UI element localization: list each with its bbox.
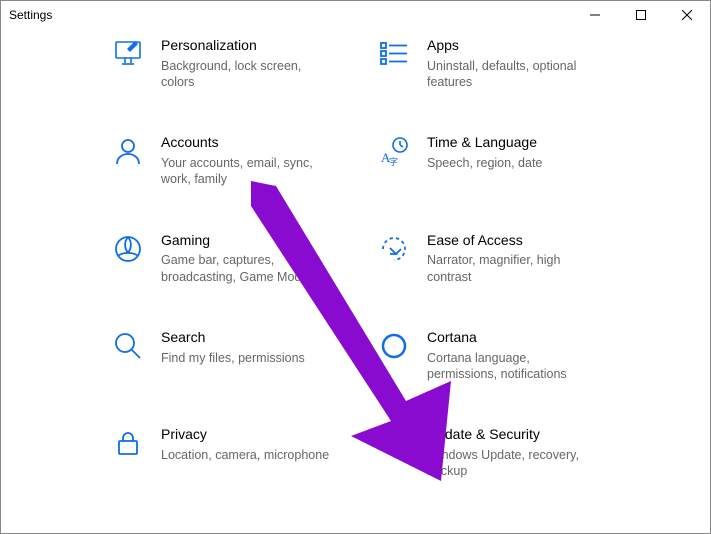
cortana-icon: [379, 329, 409, 361]
titlebar: Settings: [1, 1, 710, 29]
tile-desc: Your accounts, email, sync, work, family: [161, 155, 333, 188]
tile-desc: Narrator, magnifier, high contrast: [427, 252, 599, 285]
privacy-icon: [113, 426, 143, 458]
maximize-button[interactable]: [618, 1, 664, 29]
minimize-button[interactable]: [572, 1, 618, 29]
tile-desc: Cortana language, permissions, notificat…: [427, 350, 599, 383]
tile-desc: Find my files, permissions: [161, 350, 305, 366]
tile-desc: Game bar, captures, broadcasting, Game M…: [161, 252, 333, 285]
accounts-icon: [113, 134, 143, 166]
tile-label: Update & Security: [427, 426, 599, 443]
tile-ease-of-access[interactable]: Ease of Access Narrator, magnifier, high…: [379, 232, 639, 285]
tile-desc: Uninstall, defaults, optional features: [427, 58, 599, 91]
tile-apps[interactable]: Apps Uninstall, defaults, optional featu…: [379, 37, 639, 90]
tile-desc: Speech, region, date: [427, 155, 542, 171]
tile-search[interactable]: Search Find my files, permissions: [113, 329, 373, 382]
tile-label: Time & Language: [427, 134, 542, 151]
tile-label: Privacy: [161, 426, 329, 443]
tile-label: Personalization: [161, 37, 333, 54]
tile-desc: Windows Update, recovery, backup: [427, 447, 599, 480]
tile-privacy[interactable]: Privacy Location, camera, microphone: [113, 426, 373, 479]
ease-of-access-icon: [379, 232, 409, 264]
personalization-icon: [113, 37, 143, 67]
tile-time-language[interactable]: A 字 Time & Language Speech, region, date: [379, 134, 639, 187]
tile-label: Search: [161, 329, 305, 346]
settings-grid: Personalization Background, lock screen,…: [1, 29, 710, 499]
update-security-icon: [379, 426, 409, 458]
tile-personalization[interactable]: Personalization Background, lock screen,…: [113, 37, 373, 90]
time-language-icon: A 字: [379, 134, 409, 166]
tile-label: Accounts: [161, 134, 333, 151]
search-icon: [113, 329, 143, 361]
apps-icon: [379, 37, 409, 67]
tile-label: Apps: [427, 37, 599, 54]
tile-update-security[interactable]: Update & Security Windows Update, recove…: [379, 426, 639, 479]
tile-label: Gaming: [161, 232, 333, 249]
tile-gaming[interactable]: Gaming Game bar, captures, broadcasting,…: [113, 232, 373, 285]
tile-cortana[interactable]: Cortana Cortana language, permissions, n…: [379, 329, 639, 382]
tile-desc: Background, lock screen, colors: [161, 58, 333, 91]
gaming-icon: [113, 232, 143, 264]
close-button[interactable]: [664, 1, 710, 29]
tile-label: Ease of Access: [427, 232, 599, 249]
tile-accounts[interactable]: Accounts Your accounts, email, sync, wor…: [113, 134, 373, 187]
tile-label: Cortana: [427, 329, 599, 346]
window-title: Settings: [9, 8, 572, 22]
tile-desc: Location, camera, microphone: [161, 447, 329, 463]
svg-text:字: 字: [389, 156, 398, 166]
